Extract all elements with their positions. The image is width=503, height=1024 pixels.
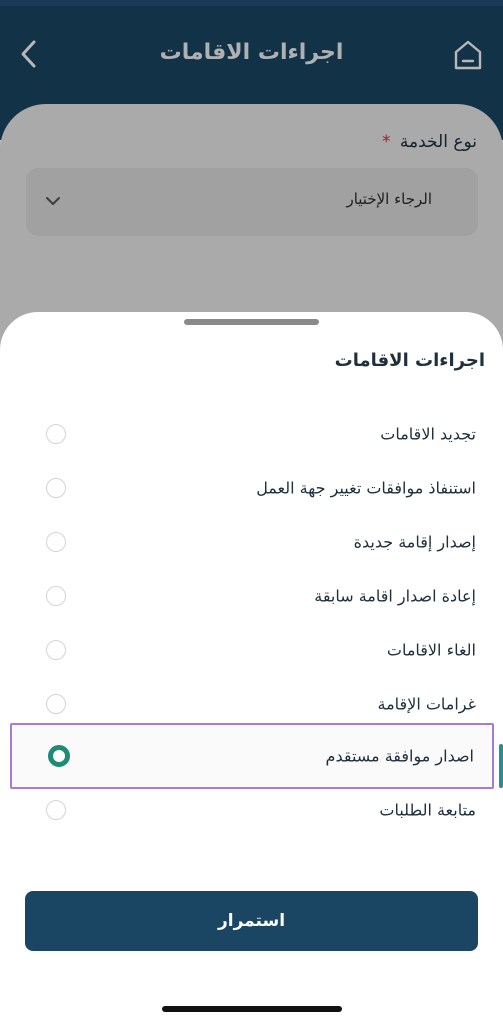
radio-button[interactable]	[46, 800, 66, 820]
radio-button[interactable]	[46, 640, 66, 660]
option-track-requests[interactable]: متابعة الطلبات	[10, 778, 494, 842]
radio-button[interactable]	[46, 424, 66, 444]
radio-button-selected[interactable]	[48, 745, 70, 767]
scroll-indicator[interactable]	[499, 744, 503, 788]
radio-button[interactable]	[46, 694, 66, 714]
option-label: إصدار إقامة جديدة	[353, 532, 476, 552]
home-indicator	[162, 1006, 342, 1012]
option-label: غرامات الإقامة	[377, 694, 476, 714]
option-label: تجديد الاقامات	[380, 424, 476, 444]
option-label: إعادة اصدار اقامة سابقة	[314, 586, 476, 606]
option-label: استنفاذ موافقات تغيير جهة العمل	[256, 478, 476, 498]
continue-button[interactable]: استمرار	[25, 891, 478, 951]
option-label: الغاء الاقامات	[386, 640, 476, 660]
option-label: اصدار موافقة مستقدم	[325, 746, 474, 766]
bottom-sheet: اجراءات الاقامات تجديد الاقامات استنفاذ …	[0, 312, 503, 1024]
sheet-grabber[interactable]	[184, 319, 319, 325]
sheet-title: اجراءات الاقامات	[334, 350, 485, 371]
radio-button[interactable]	[46, 532, 66, 552]
radio-button[interactable]	[46, 586, 66, 606]
option-label: متابعة الطلبات	[379, 800, 476, 820]
radio-button[interactable]	[46, 478, 66, 498]
